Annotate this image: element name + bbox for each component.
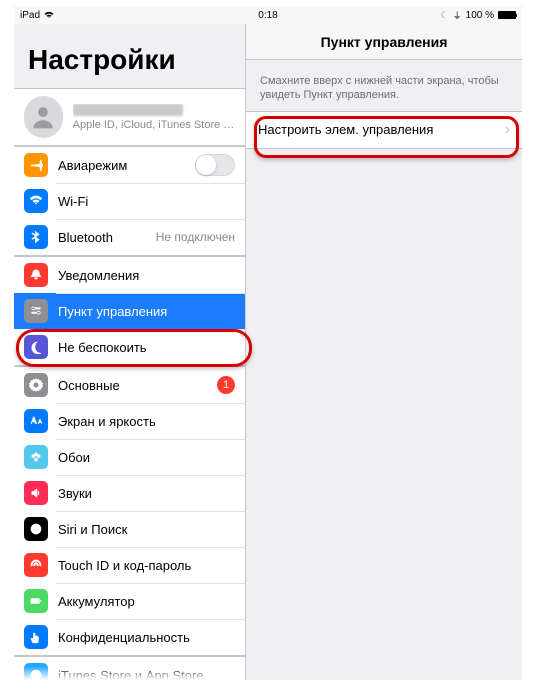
sidebar-item-bell[interactable]: Уведомления [14,257,245,293]
wifi-icon [24,189,48,213]
sidebar-item-textsize[interactable]: Экран и яркость [14,403,245,439]
textsize-icon [24,409,48,433]
bell-icon [24,263,48,287]
switches-icon [24,299,48,323]
siri-icon [24,517,48,541]
appstore-icon [24,663,48,680]
customize-controls-label: Настроить элем. управления [258,122,505,137]
account-name-redacted [73,104,183,116]
device-name: iPad [20,10,40,21]
row-label: iTunes Store и App Store [58,668,235,681]
row-label: Bluetooth [58,230,156,245]
customize-controls-row[interactable]: Настроить элем. управления › [246,111,522,149]
finger-icon [24,553,48,577]
gear-icon [24,373,48,397]
page-title: Настройки [14,24,245,88]
wifi-status-icon [44,11,54,19]
detail-caption: Смахните вверх с нижней части экрана, чт… [246,60,522,111]
row-label: Авиарежим [58,158,195,173]
settings-sidebar: Настройки Apple ID, iCloud, iTunes Store… [14,24,246,680]
sidebar-item-moon[interactable]: Не беспокоить [14,329,245,365]
moon-icon [24,335,48,359]
clock: 0:18 [258,10,277,21]
chevron-right-icon: › [505,121,510,139]
sidebar-item-hand[interactable]: Конфиденциальность [14,619,245,655]
bluetooth-icon [24,225,48,249]
account-subtitle: Apple ID, iCloud, iTunes Store и A... [73,119,235,131]
airplane-icon [24,153,48,177]
sidebar-item-sound[interactable]: Звуки [14,475,245,511]
sidebar-item-airplane[interactable]: Авиарежим [14,147,245,183]
charging-icon: ⏚ [453,9,462,22]
sidebar-item-wifi[interactable]: Wi-Fi [14,183,245,219]
row-label: Touch ID и код-пароль [58,558,235,573]
moon-status-icon: ☾ [441,10,449,21]
row-label: Аккумулятор [58,594,235,609]
sidebar-item-finger[interactable]: Touch ID и код-пароль [14,547,245,583]
sidebar-item-appstore[interactable]: iTunes Store и App Store [14,657,245,680]
hand-icon [24,625,48,649]
sound-icon [24,481,48,505]
badge: 1 [217,376,235,394]
row-label: Экран и яркость [58,414,235,429]
apple-id-row[interactable]: Apple ID, iCloud, iTunes Store и A... [14,89,245,145]
row-label: Wi-Fi [58,194,235,209]
row-label: Основные [58,378,217,393]
row-label: Siri и Поиск [58,522,235,537]
row-label: Пункт управления [58,304,235,319]
sidebar-item-gear[interactable]: Основные1 [14,367,245,403]
battery-icon [498,11,516,19]
battery-icon [24,589,48,613]
status-bar: iPad 0:18 ☾ ⏚ 100 % [14,6,522,24]
row-label: Звуки [58,486,235,501]
sidebar-item-flower[interactable]: Обои [14,439,245,475]
row-label: Уведомления [58,268,235,283]
sidebar-item-siri[interactable]: Siri и Поиск [14,511,245,547]
row-label: Конфиденциальность [58,630,235,645]
row-label: Не беспокоить [58,340,235,355]
row-label: Обои [58,450,235,465]
row-value: Не подключен [156,230,235,244]
detail-title: Пункт управления [246,24,522,60]
flower-icon [24,445,48,469]
avatar [24,96,63,138]
sidebar-item-battery[interactable]: Аккумулятор [14,583,245,619]
detail-pane: Пункт управления Смахните вверх с нижней… [246,24,522,680]
sidebar-item-bluetooth[interactable]: BluetoothНе подключен [14,219,245,255]
sidebar-item-switches[interactable]: Пункт управления [14,293,245,329]
battery-percent: 100 % [466,10,494,21]
airplane-switch[interactable] [195,154,235,176]
